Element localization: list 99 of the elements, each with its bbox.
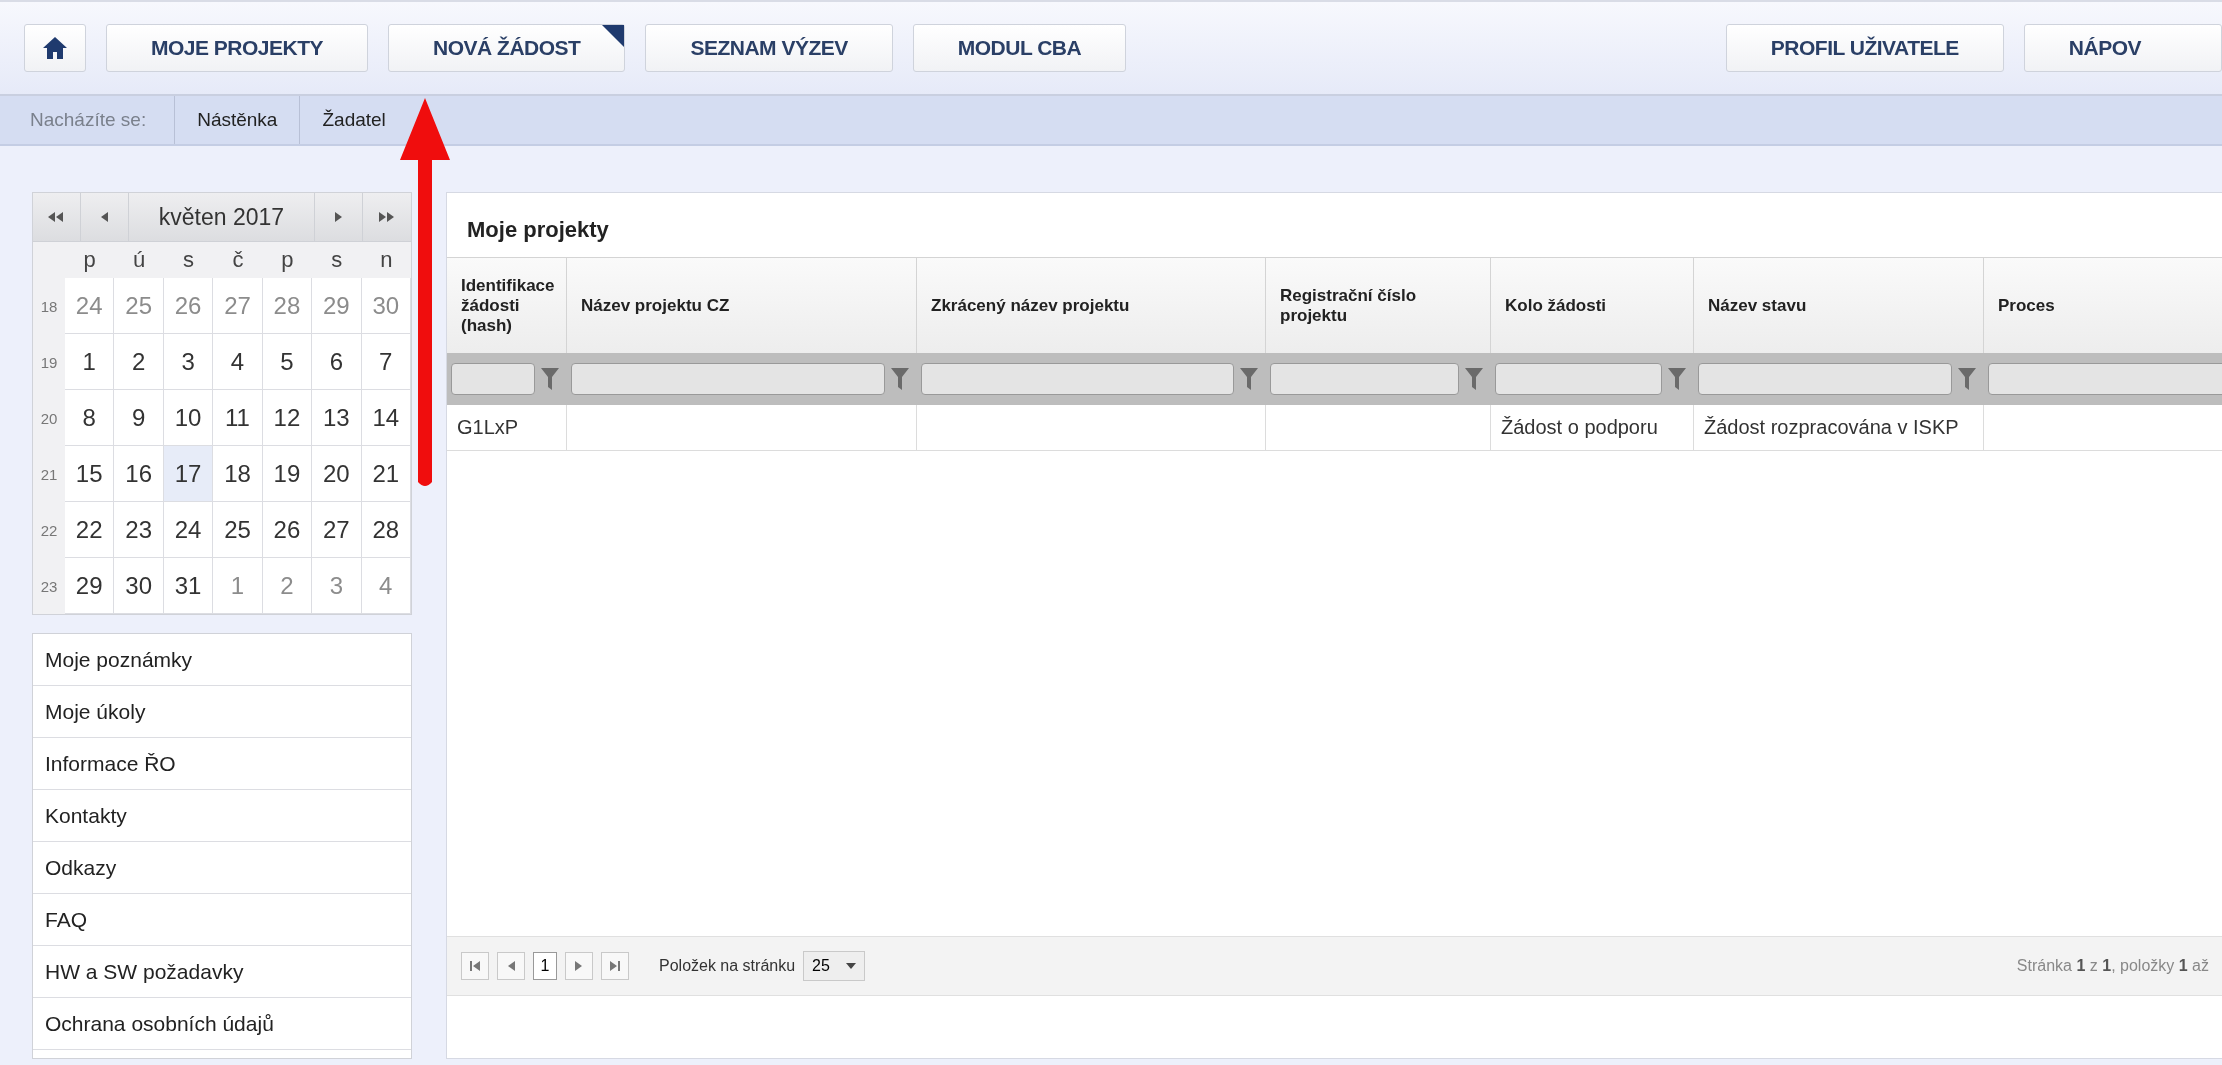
- menu-item[interactable]: FAQ: [33, 894, 411, 946]
- calendar-day[interactable]: 26: [262, 502, 313, 558]
- menu-item[interactable]: Moje úkoly: [33, 686, 411, 738]
- calendar-day[interactable]: 9: [114, 390, 164, 446]
- nav-button[interactable]: MOJE PROJEKTY: [106, 24, 369, 72]
- page-size-select[interactable]: 25: [803, 951, 865, 981]
- calendar-day[interactable]: 10: [163, 390, 214, 446]
- first-page-button[interactable]: [461, 952, 489, 980]
- calendar-day[interactable]: 2: [114, 334, 164, 390]
- left-icon: [506, 960, 516, 972]
- breadcrumb-link[interactable]: Žadatel: [299, 96, 408, 144]
- calendar-day[interactable]: 6: [312, 334, 362, 390]
- weekday-label: č: [231, 246, 245, 274]
- table-cell: G1LxP: [447, 405, 567, 451]
- nav-button[interactable]: SEZNAM VÝZEV: [645, 24, 893, 72]
- calendar-day[interactable]: 18: [213, 446, 263, 502]
- table-cell: Žádost o podporu: [1491, 405, 1694, 451]
- weekday-label: p: [82, 246, 97, 274]
- column-header[interactable]: Identifikace žádosti (hash): [447, 257, 567, 353]
- calendar-day[interactable]: 16: [114, 446, 164, 502]
- calendar-day[interactable]: 27: [312, 502, 362, 558]
- table-cell: Žádost rozpracována v ISKP: [1694, 405, 1984, 451]
- next-page-button[interactable]: [565, 952, 593, 980]
- column-header[interactable]: Název stavu: [1694, 257, 1984, 353]
- caret-icon: [845, 963, 856, 969]
- filter-icon[interactable]: [891, 368, 909, 390]
- calendar-day[interactable]: 4: [213, 334, 263, 390]
- breadcrumb-label: Nacházíte se:: [30, 109, 148, 131]
- weekday-label: s: [330, 246, 344, 274]
- week-number: 19: [39, 352, 59, 373]
- weekday-label: p: [280, 246, 295, 274]
- week-number: 23: [39, 576, 59, 597]
- home-icon: [43, 37, 67, 59]
- calendar-day[interactable]: 7: [361, 334, 411, 390]
- filter-field[interactable]: [921, 363, 1234, 395]
- filter-field[interactable]: [1495, 363, 1662, 395]
- right-icon: [574, 960, 584, 972]
- nav-button[interactable]: MODUL CBA: [912, 24, 1127, 72]
- calendar-day[interactable]: 5: [262, 334, 313, 390]
- page-size-label: Položek na stránku: [659, 957, 796, 975]
- nav-button[interactable]: NOVÁ ŽÁDOST: [388, 24, 626, 72]
- calendar-day[interactable]: 30: [114, 558, 164, 614]
- calendar-day[interactable]: 12: [262, 390, 313, 446]
- filter-icon[interactable]: [1668, 368, 1686, 390]
- calendar-day[interactable]: 3: [163, 334, 214, 390]
- column-header[interactable]: Kolo žádosti: [1491, 257, 1694, 353]
- week-number: 21: [39, 464, 59, 485]
- calendar-day[interactable]: 19: [262, 446, 313, 502]
- page-summary: Stránka 1 z 1, položky 1 až: [2016, 957, 2209, 975]
- calendar-day[interactable]: 15: [65, 446, 115, 502]
- filter-field[interactable]: [1698, 363, 1952, 395]
- calendar-day[interactable]: 20: [312, 446, 362, 502]
- nav-button[interactable]: NÁPOV: [2023, 24, 2222, 72]
- calendar-day[interactable]: 8: [65, 390, 115, 446]
- filter-icon[interactable]: [1958, 368, 1976, 390]
- page-number[interactable]: 1: [533, 952, 557, 980]
- filter-icon[interactable]: [541, 368, 559, 390]
- weekday-label: s: [182, 246, 196, 274]
- filter-icon[interactable]: [1240, 368, 1258, 390]
- week-number: 20: [39, 408, 59, 429]
- menu-item[interactable]: HW a SW požadavky: [33, 946, 411, 998]
- first-page-icon: [469, 960, 481, 972]
- weekday-label: n: [379, 246, 394, 274]
- filter-field[interactable]: [571, 363, 885, 395]
- calendar-day[interactable]: 13: [312, 390, 362, 446]
- calendar-day[interactable]: 28: [361, 502, 411, 558]
- week-number: 22: [39, 520, 59, 541]
- calendar-day[interactable]: 24: [163, 502, 214, 558]
- calendar-day[interactable]: 23: [114, 502, 164, 558]
- last-page-icon: [609, 960, 621, 972]
- filter-icon[interactable]: [1465, 368, 1483, 390]
- breadcrumb-link[interactable]: Nástěnka: [174, 96, 300, 144]
- previous-page-button[interactable]: [497, 952, 525, 980]
- week-number: 18: [39, 296, 59, 317]
- nav-button[interactable]: PROFIL UŽIVATELE: [1725, 24, 2004, 72]
- home-button[interactable]: [24, 24, 86, 72]
- column-header[interactable]: Registrační číslo projektu: [1266, 257, 1491, 353]
- calendar-day[interactable]: 25: [213, 502, 263, 558]
- calendar-day[interactable]: 21: [361, 446, 411, 502]
- panel-title: Moje projekty: [466, 216, 610, 244]
- calendar-day[interactable]: 31: [163, 558, 214, 614]
- filter-field[interactable]: [451, 363, 535, 395]
- calendar-day[interactable]: 17: [163, 446, 214, 502]
- filter-field[interactable]: [1270, 363, 1459, 395]
- column-header[interactable]: Zkrácený název projektu: [917, 257, 1266, 353]
- calendar-day[interactable]: 29: [65, 558, 115, 614]
- column-header[interactable]: Proces: [1984, 257, 2222, 353]
- calendar-day[interactable]: 22: [65, 502, 115, 558]
- last-page-button[interactable]: [601, 952, 629, 980]
- menu-item[interactable]: Odkazy: [33, 842, 411, 894]
- menu-item[interactable]: Moje poznámky: [33, 634, 411, 686]
- column-header[interactable]: Název projektu CZ: [567, 257, 917, 353]
- calendar-day[interactable]: 1: [65, 334, 115, 390]
- menu-item[interactable]: Kontakty: [33, 790, 411, 842]
- calendar-day[interactable]: 14: [361, 390, 411, 446]
- calendar-day[interactable]: 11: [213, 390, 263, 446]
- menu-item[interactable]: Informace ŘO: [33, 738, 411, 790]
- weekday-label: ú: [132, 246, 147, 274]
- menu-item[interactable]: Ochrana osobních údajů: [33, 998, 411, 1050]
